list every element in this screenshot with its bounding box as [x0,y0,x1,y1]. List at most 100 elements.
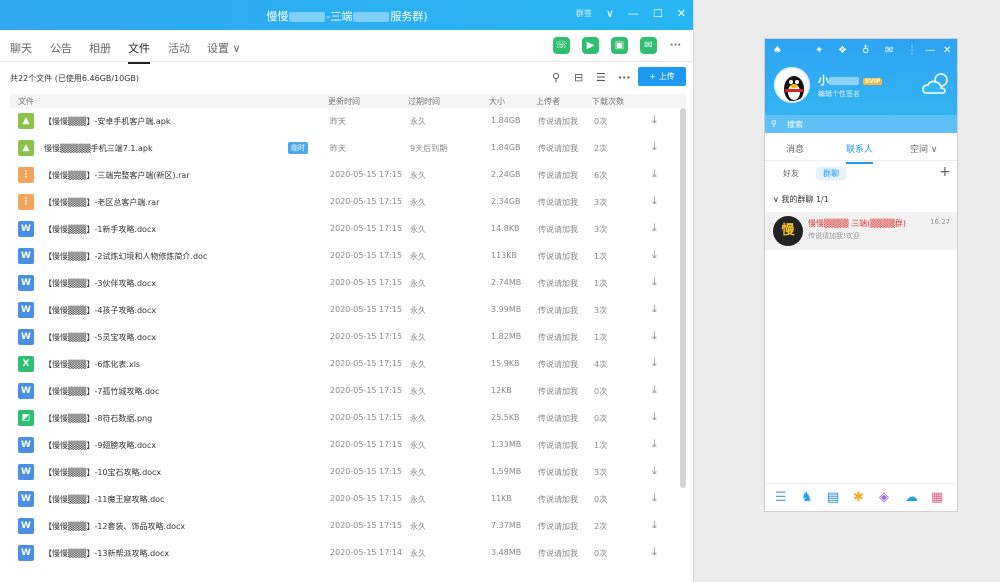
col-expire-time[interactable]: 过期时间 [408,96,440,107]
col-uploader[interactable]: 上传者 [536,96,560,107]
apps-grid-icon[interactable]: ▦ [931,490,943,505]
download-icon[interactable]: ⤓ [652,194,657,208]
weather-icon[interactable] [921,71,951,97]
table-row[interactable]: W 【慢慢▒▒▒】-10宝石攻略.docx 2020-05-15 17:15 永久 1.… [10,459,676,486]
more-icon[interactable]: ··· [667,37,684,54]
game-icon[interactable]: ◈ [879,490,889,505]
table-row[interactable]: W 【慢慢▒▒▒】-2试炼幻境和人物修炼简介.doc 2020-05-15 17:1… [10,243,676,270]
file-name[interactable]: 【慢慢▒▒▒】-11魔王窟攻略.doc [44,494,164,505]
file-icon[interactable]: ▤ [827,490,839,505]
add-icon[interactable]: + [939,164,951,180]
file-name[interactable]: 【慢慢▒▒▒】-5灵宝攻略.docx [44,332,156,343]
list-view-icon[interactable]: ☰ [596,71,606,84]
scrollbar[interactable] [680,108,686,488]
download-icon[interactable]: ⤓ [652,518,657,532]
tab-activity[interactable]: 活动 [168,40,190,56]
tab-messages[interactable]: 消息 [786,142,804,155]
download-icon[interactable]: ⤓ [652,113,657,127]
menu-icon[interactable]: ☰ [775,490,787,505]
star-icon[interactable]: ✦ [815,45,823,56]
file-name[interactable]: 【慢慢▒▒▒】-8符石数据.png [44,413,152,424]
tab-contacts[interactable]: 联系人 [846,142,874,164]
table-row[interactable]: W 【慢慢▒▒▒】-3伙伴攻略.docx 2020-05-15 17:15 永久 2.7… [10,270,676,297]
tab-album[interactable]: 相册 [89,40,111,56]
upload-button[interactable]: + 上传 [638,67,686,86]
cloud-icon[interactable]: ☁ [905,490,918,505]
nickname[interactable]: 小 SVIP [818,72,883,88]
message-icon[interactable]: ✉ [640,37,657,54]
download-icon[interactable]: ⤓ [652,437,657,451]
bell-icon[interactable]: ♠ [773,45,782,56]
search-icon[interactable]: ⚲ [552,71,560,84]
screen-share-icon[interactable]: ▣ [611,37,628,54]
table-row[interactable]: ▲ 【慢慢▒▒▒】-安卓手机客户端.apk 昨天 永久 1.84GB 传说请加我 0次 ⤓ [10,108,676,135]
file-name[interactable]: 【慢慢▒▒▒】-3伙伴攻略.docx [44,278,156,289]
table-row[interactable]: ◩ 【慢慢▒▒▒】-8符石数据.png 2020-05-15 17:15 永久 25.5… [10,405,676,432]
table-row[interactable]: W 【慢慢▒▒▒】-4孩子攻略.docx 2020-05-15 17:15 永久 3.9… [10,297,676,324]
subtab-friends[interactable]: 好友 [783,168,799,179]
download-icon[interactable]: ⤓ [652,275,657,289]
file-name[interactable]: 【慢慢▒▒▒】-12套装、饰品攻略.docx [44,521,185,532]
download-icon[interactable]: ⤓ [652,356,657,370]
table-row[interactable]: ⋮ 【慢慢▒▒▒】-老区总客户端.rar 2020-05-15 17:15 永久 2.3… [10,189,676,216]
video-call-icon[interactable]: ▶ [582,37,599,54]
table-row[interactable]: W 【慢慢▒▒▒】-5灵宝攻略.docx 2020-05-15 17:15 永久 1.8… [10,324,676,351]
search-field[interactable]: ⚲ 搜索 [765,115,957,133]
save-icon[interactable]: ⊟ [574,71,583,84]
tab-space[interactable]: 空间 ∨ [910,142,937,155]
table-row[interactable]: W 【慢慢▒▒▒】-7孤竹城攻略.doc 2020-05-15 17:15 永久 12K… [10,378,676,405]
file-name[interactable]: 【慢慢▒▒▒】-三端完整客户端(新区).rar [44,170,190,181]
tab-announcement[interactable]: 公告 [50,40,72,56]
phone-icon[interactable]: ☏ [553,37,570,54]
download-icon[interactable]: ⤓ [652,329,657,343]
download-icon[interactable]: ⤓ [652,410,657,424]
table-row[interactable]: W 【慢慢▒▒▒】-1新手攻略.docx 2020-05-15 17:15 永久 14.… [10,216,676,243]
maximize-icon[interactable]: ☐ [653,7,663,20]
penguin-icon[interactable]: ♁ [862,45,869,56]
tab-chat[interactable]: 聊天 [10,40,32,56]
subtab-groups[interactable]: 群聊 [816,167,846,180]
minimize-icon[interactable]: — [925,45,935,56]
table-row[interactable]: X 【慢慢▒▒▒】-6炼化表.xls 2020-05-15 17:15 永久 15.9K… [10,351,676,378]
mail-icon[interactable]: ✉ [885,45,893,56]
download-icon[interactable]: ⤓ [652,545,657,559]
close-icon[interactable]: ✕ [943,45,951,56]
table-row[interactable]: W 【慢慢▒▒▒】-12套装、饰品攻略.docx 2020-05-15 17:15 永… [10,513,676,540]
tab-files[interactable]: 文件 [128,40,150,64]
download-icon[interactable]: ⤓ [652,167,657,181]
file-name[interactable]: 【慢慢▒▒▒】-2试炼幻境和人物修炼简介.doc [44,251,207,262]
group-section-header[interactable]: ∨ 我的群聊 1/1 [773,194,829,205]
chevron-down-icon[interactable]: ∨ [606,7,614,20]
shirt-icon[interactable]: ❖ [838,45,847,56]
table-row[interactable]: W 【慢慢▒▒▒】-13新帮派攻略.docx 2020-05-15 17:14 永久 3… [10,540,676,567]
file-name[interactable]: 【慢慢▒▒▒】-9翅膀攻略.docx [44,440,156,451]
download-icon[interactable]: ⤓ [652,248,657,262]
tab-settings[interactable]: 设置 ∨ [207,40,241,56]
signature[interactable]: 编辑个性签名 [818,89,860,99]
download-icon[interactable]: ⤓ [652,464,657,478]
table-row[interactable]: ⋮ 【慢慢▒▒▒】-三端完整客户端(新区).rar 2020-05-15 17:15… [10,162,676,189]
col-size[interactable]: 大小 [489,96,505,107]
col-update-time[interactable]: 更新时间 [328,96,360,107]
download-icon[interactable]: ⤓ [652,491,657,505]
table-row[interactable]: ▲ 慢慢▒▒▒▒▒手机三端7.1.apk 临时 昨天 9天后到期 1.84GB 传说请加我 2… [10,135,676,162]
file-name[interactable]: 【慢慢▒▒▒】-10宝石攻略.docx [44,467,161,478]
group-list-item[interactable]: 慢 慢慢▒▒▒▒ 三端(▒▒▒▒群) 16:27 传说请加我!欢迎 [765,212,957,250]
file-name[interactable]: 【慢慢▒▒▒】-6炼化表.xls [44,359,140,370]
more-icon[interactable]: ··· [618,71,631,84]
file-name[interactable]: 【慢慢▒▒▒】-4孩子攻略.docx [44,305,156,316]
download-icon[interactable]: ⤓ [652,140,657,154]
file-name[interactable]: 【慢慢▒▒▒】-安卓手机客户端.apk [44,116,171,127]
file-name[interactable]: 【慢慢▒▒▒】-1新手攻略.docx [44,224,156,235]
app-center-icon[interactable]: ✱ [853,490,864,505]
download-icon[interactable]: ⤓ [652,383,657,397]
download-icon[interactable]: ⤓ [652,302,657,316]
menu-icon[interactable]: ⋮ [907,45,917,56]
table-row[interactable]: W 【慢慢▒▒▒】-9翅膀攻略.docx 2020-05-15 17:15 永久 1.3… [10,432,676,459]
table-row[interactable]: W 【慢慢▒▒▒】-11魔王窟攻略.doc 2020-05-15 17:15 永久 11… [10,486,676,513]
group-sign-button[interactable]: 群签 [576,8,592,19]
col-downloads[interactable]: 下载次数 [592,96,624,107]
file-name[interactable]: 慢慢▒▒▒▒▒手机三端7.1.apk [44,143,153,154]
download-icon[interactable]: ⤓ [652,221,657,235]
contacts-icon[interactable]: ♞ [801,490,813,505]
